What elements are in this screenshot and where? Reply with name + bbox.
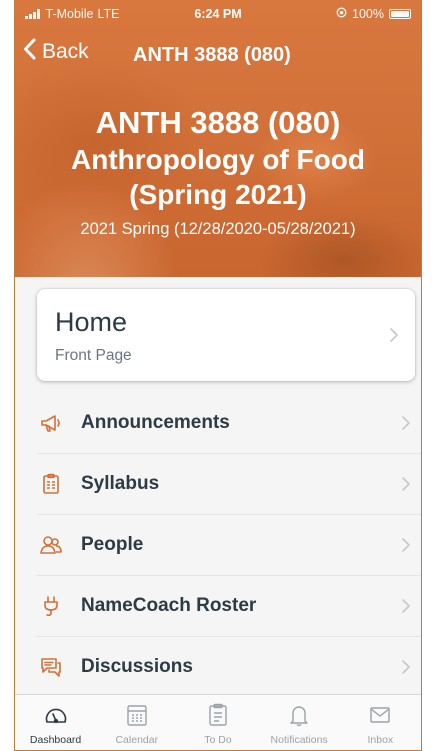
tab-inbox[interactable]: Inbox bbox=[341, 695, 419, 750]
course-menu: Announcements Syllabus People NameCoach … bbox=[37, 393, 421, 698]
plug-icon bbox=[39, 594, 63, 618]
todo-icon bbox=[204, 701, 232, 729]
nav-bar: Back ANTH 3888 (080) bbox=[15, 38, 421, 72]
chevron-right-icon bbox=[401, 598, 411, 614]
tab-label: Calendar bbox=[115, 734, 159, 746]
nav-title: ANTH 3888 (080) bbox=[133, 44, 291, 66]
chevron-right-icon bbox=[401, 415, 411, 431]
chevron-left-icon bbox=[23, 38, 36, 66]
menu-item-syllabus[interactable]: Syllabus bbox=[37, 454, 421, 515]
tab-label: Dashboard bbox=[29, 734, 82, 746]
menu-item-label: Discussions bbox=[81, 656, 193, 677]
menu-item-announcements[interactable]: Announcements bbox=[37, 393, 421, 454]
orientation-lock-icon bbox=[336, 7, 347, 21]
status-bar: T-Mobile LTE 6:24 PM 100% bbox=[15, 4, 421, 24]
dashboard-icon bbox=[42, 701, 70, 729]
home-card[interactable]: Home Front Page bbox=[37, 289, 415, 381]
tab-label: Notifications bbox=[270, 734, 328, 746]
chevron-right-icon bbox=[401, 659, 411, 675]
menu-item-label: Announcements bbox=[81, 412, 230, 433]
course-header: T-Mobile LTE 6:24 PM 100% Back ANTH 3888… bbox=[15, 0, 421, 277]
course-name-line2: (Spring 2021) bbox=[129, 179, 307, 210]
tab-label: To Do bbox=[204, 734, 232, 746]
menu-item-discussions[interactable]: Discussions bbox=[37, 637, 421, 698]
course-code: ANTH 3888 (080) bbox=[95, 105, 341, 140]
menu-item-label: Syllabus bbox=[81, 473, 160, 494]
app-frame: T-Mobile LTE 6:24 PM 100% Back ANTH 3888… bbox=[14, 0, 422, 751]
menu-item-namecoach-roster[interactable]: NameCoach Roster bbox=[37, 576, 421, 637]
tab-label: Inbox bbox=[367, 734, 394, 746]
course-info: ANTH 3888 (080) Anthropology of Food (Sp… bbox=[15, 104, 421, 239]
tab-todo[interactable]: To Do bbox=[179, 695, 257, 750]
home-subtitle: Front Page bbox=[55, 347, 132, 364]
menu-item-label: NameCoach Roster bbox=[81, 595, 257, 616]
inbox-icon bbox=[366, 701, 394, 729]
bell-icon bbox=[285, 701, 313, 729]
discussion-icon bbox=[39, 655, 63, 679]
back-button[interactable]: Back bbox=[23, 38, 89, 66]
battery-percent: 100% bbox=[352, 7, 384, 21]
back-label: Back bbox=[42, 40, 89, 63]
course-term: 2021 Spring (12/28/2020-05/28/2021) bbox=[80, 220, 356, 238]
people-icon bbox=[39, 533, 63, 557]
chevron-right-icon bbox=[401, 476, 411, 492]
battery-info: 100% bbox=[336, 7, 411, 21]
clipboard-icon bbox=[39, 472, 63, 496]
course-name-line1: Anthropology of Food bbox=[71, 144, 365, 175]
calendar-icon bbox=[123, 701, 151, 729]
tab-bar: Dashboard Calendar To Do Notifications I… bbox=[15, 694, 421, 750]
tab-dashboard[interactable]: Dashboard bbox=[17, 695, 95, 750]
megaphone-icon bbox=[39, 411, 63, 435]
battery-icon bbox=[389, 9, 411, 19]
tab-calendar[interactable]: Calendar bbox=[98, 695, 176, 750]
menu-item-label: People bbox=[81, 534, 144, 555]
home-title: Home bbox=[55, 307, 128, 337]
chevron-right-icon bbox=[389, 327, 399, 343]
chevron-right-icon bbox=[401, 537, 411, 553]
menu-item-people[interactable]: People bbox=[37, 515, 421, 576]
tab-notifications[interactable]: Notifications bbox=[260, 695, 338, 750]
